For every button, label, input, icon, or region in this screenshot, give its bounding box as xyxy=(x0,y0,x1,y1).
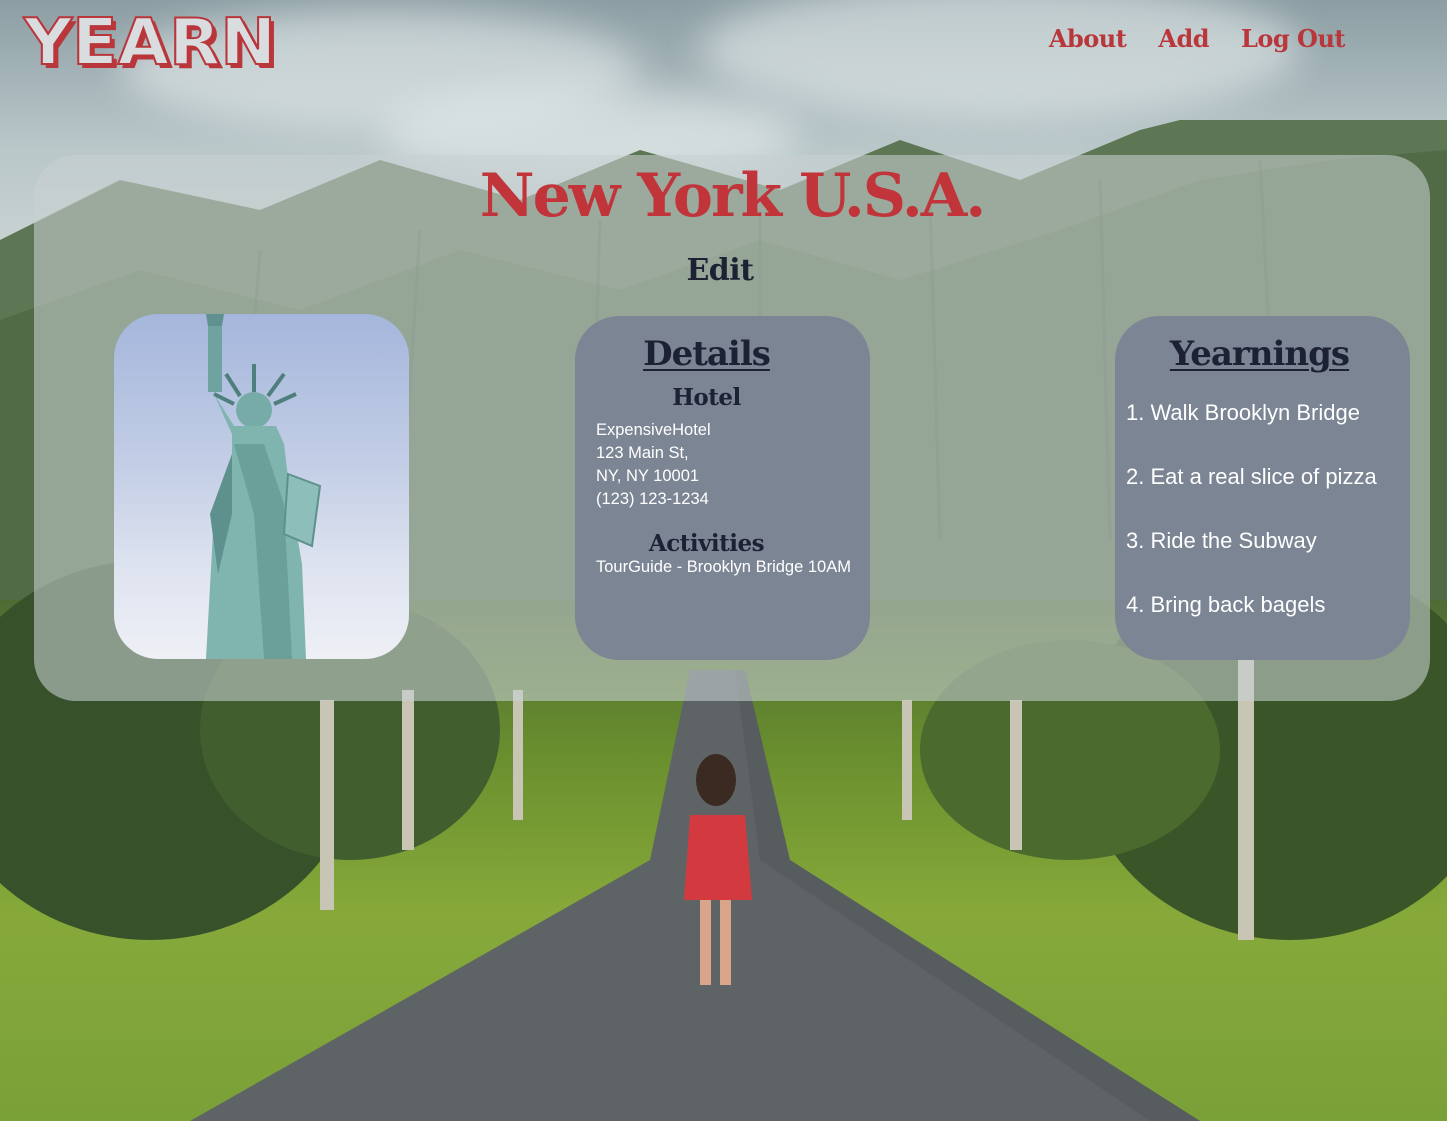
hotel-phone: (123) 123-1234 xyxy=(596,490,709,508)
top-nav: About Add Log Out xyxy=(1049,24,1346,53)
yearn-logo[interactable]: YEARN YEARN xyxy=(22,10,284,74)
statue-of-liberty-image xyxy=(206,314,322,659)
destination-card: New York U.S.A. Edit Details Hotel Expen… xyxy=(34,155,1430,701)
hotel-heading: Hotel xyxy=(672,384,741,411)
destination-photo xyxy=(114,314,409,659)
hotel-city: NY, NY 10001 xyxy=(596,467,700,485)
details-heading: Details xyxy=(643,334,771,374)
details-panel: Details Hotel ExpensiveHotel 123 Main St… xyxy=(575,316,870,660)
nav-about-link[interactable]: About xyxy=(1049,24,1127,53)
hotel-info: ExpensiveHotel 123 Main St, NY, NY 10001… xyxy=(596,419,711,511)
list-item: 2. Eat a real slice of pizza xyxy=(1126,464,1377,489)
activities-heading: Activities xyxy=(648,530,765,557)
hotel-name: ExpensiveHotel xyxy=(596,421,711,439)
activity-item: TourGuide - Brooklyn Bridge 10AM xyxy=(596,558,851,576)
destination-title: New York U.S.A. xyxy=(479,161,987,231)
list-item: 4. Bring back bagels xyxy=(1126,592,1326,617)
yearnings-panel: Yearnings 1. Walk Brooklyn Bridge 2. Eat… xyxy=(1115,316,1410,660)
svg-text:YEARN: YEARN xyxy=(23,10,276,74)
hotel-street: 123 Main St, xyxy=(596,444,689,462)
nav-logout-link[interactable]: Log Out xyxy=(1241,24,1345,53)
yearnings-list: 1. Walk Brooklyn Bridge 2. Eat a real sl… xyxy=(1126,400,1377,656)
list-item: 1. Walk Brooklyn Bridge xyxy=(1126,400,1360,425)
yearnings-heading: Yearnings xyxy=(1169,334,1350,374)
nav-add-link[interactable]: Add xyxy=(1158,24,1209,53)
list-item: 3. Ride the Subway xyxy=(1126,528,1317,553)
edit-button[interactable]: Edit xyxy=(34,253,1406,288)
